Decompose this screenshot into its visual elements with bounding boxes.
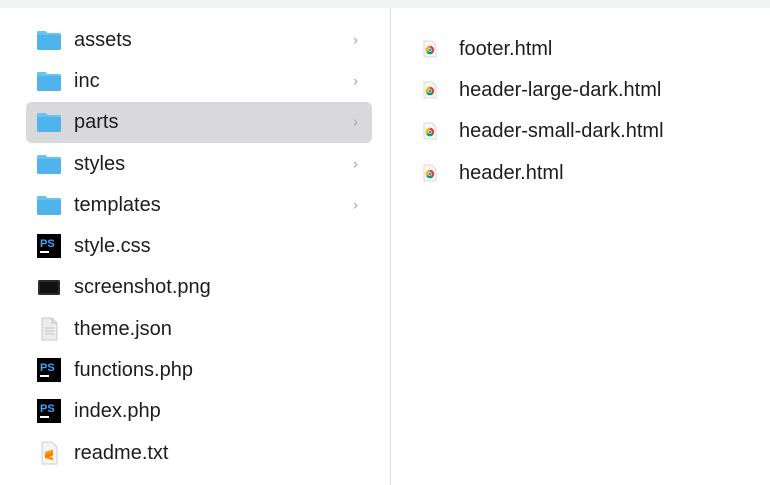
finder-window: assets › inc › parts › styles › template…: [0, 8, 770, 485]
folder-icon: [36, 192, 62, 218]
item-label: style.css: [74, 235, 151, 258]
folder-contents-column: footer.html header-large-dark.html heade…: [391, 8, 770, 485]
list-item[interactable]: PS functions.php: [26, 349, 372, 390]
folder-icon: [36, 151, 62, 177]
list-item-selected[interactable]: parts ›: [26, 101, 372, 143]
item-label: index.php: [74, 400, 161, 423]
phpstorm-file-icon: PS: [36, 233, 62, 259]
item-label: templates: [74, 193, 161, 216]
list-item[interactable]: readme.txt: [26, 432, 372, 473]
svg-text:PS: PS: [40, 403, 55, 415]
svg-text:PS: PS: [40, 362, 55, 374]
list-item[interactable]: footer.html: [421, 28, 761, 69]
item-label: readme.txt: [74, 441, 169, 464]
list-item[interactable]: assets ›: [26, 19, 372, 60]
item-label: footer.html: [459, 37, 553, 60]
phpstorm-file-icon: PS: [36, 398, 62, 424]
item-label: inc: [74, 69, 100, 92]
list-item[interactable]: header-large-dark.html: [421, 69, 761, 110]
chrome-html-file-icon: [421, 40, 439, 58]
list-item[interactable]: inc ›: [26, 60, 372, 101]
list-item[interactable]: header.html: [421, 152, 761, 193]
file-list: assets › inc › parts › styles › template…: [26, 19, 372, 473]
item-label: functions.php: [74, 359, 193, 382]
sublime-text-file-icon: [36, 440, 62, 466]
list-item[interactable]: screenshot.png: [26, 267, 372, 308]
list-item[interactable]: styles ›: [26, 143, 372, 184]
chrome-html-file-icon: [421, 122, 439, 140]
list-item[interactable]: templates ›: [26, 184, 372, 225]
svg-text:PS: PS: [40, 238, 55, 250]
list-item[interactable]: theme.json: [26, 308, 372, 349]
chevron-right-icon: ›: [353, 196, 358, 214]
item-label: header.html: [459, 161, 564, 184]
parent-folder-column: assets › inc › parts › styles › template…: [0, 8, 391, 485]
file-list: footer.html header-large-dark.html heade…: [421, 28, 761, 193]
item-label: theme.json: [74, 317, 172, 340]
item-label: header-small-dark.html: [459, 120, 664, 143]
list-item[interactable]: header-small-dark.html: [421, 111, 761, 152]
list-item[interactable]: PS style.css: [26, 225, 372, 266]
chevron-right-icon: ›: [353, 155, 358, 173]
folder-icon: [36, 68, 62, 94]
generic-document-icon: [36, 316, 62, 342]
chevron-right-icon: ›: [353, 31, 358, 49]
item-label: assets: [74, 28, 132, 51]
item-label: parts: [74, 111, 119, 134]
item-label: styles: [74, 152, 126, 175]
chevron-right-icon: ›: [353, 113, 358, 131]
chrome-html-file-icon: [421, 81, 439, 99]
chrome-html-file-icon: [421, 164, 439, 182]
image-file-icon: [36, 274, 62, 300]
chevron-right-icon: ›: [353, 72, 358, 90]
item-label: header-large-dark.html: [459, 78, 662, 101]
phpstorm-file-icon: PS: [36, 357, 62, 383]
folder-icon: [36, 27, 62, 53]
item-label: screenshot.png: [74, 276, 211, 299]
folder-icon: [36, 109, 62, 135]
list-item[interactable]: PS index.php: [26, 391, 372, 432]
